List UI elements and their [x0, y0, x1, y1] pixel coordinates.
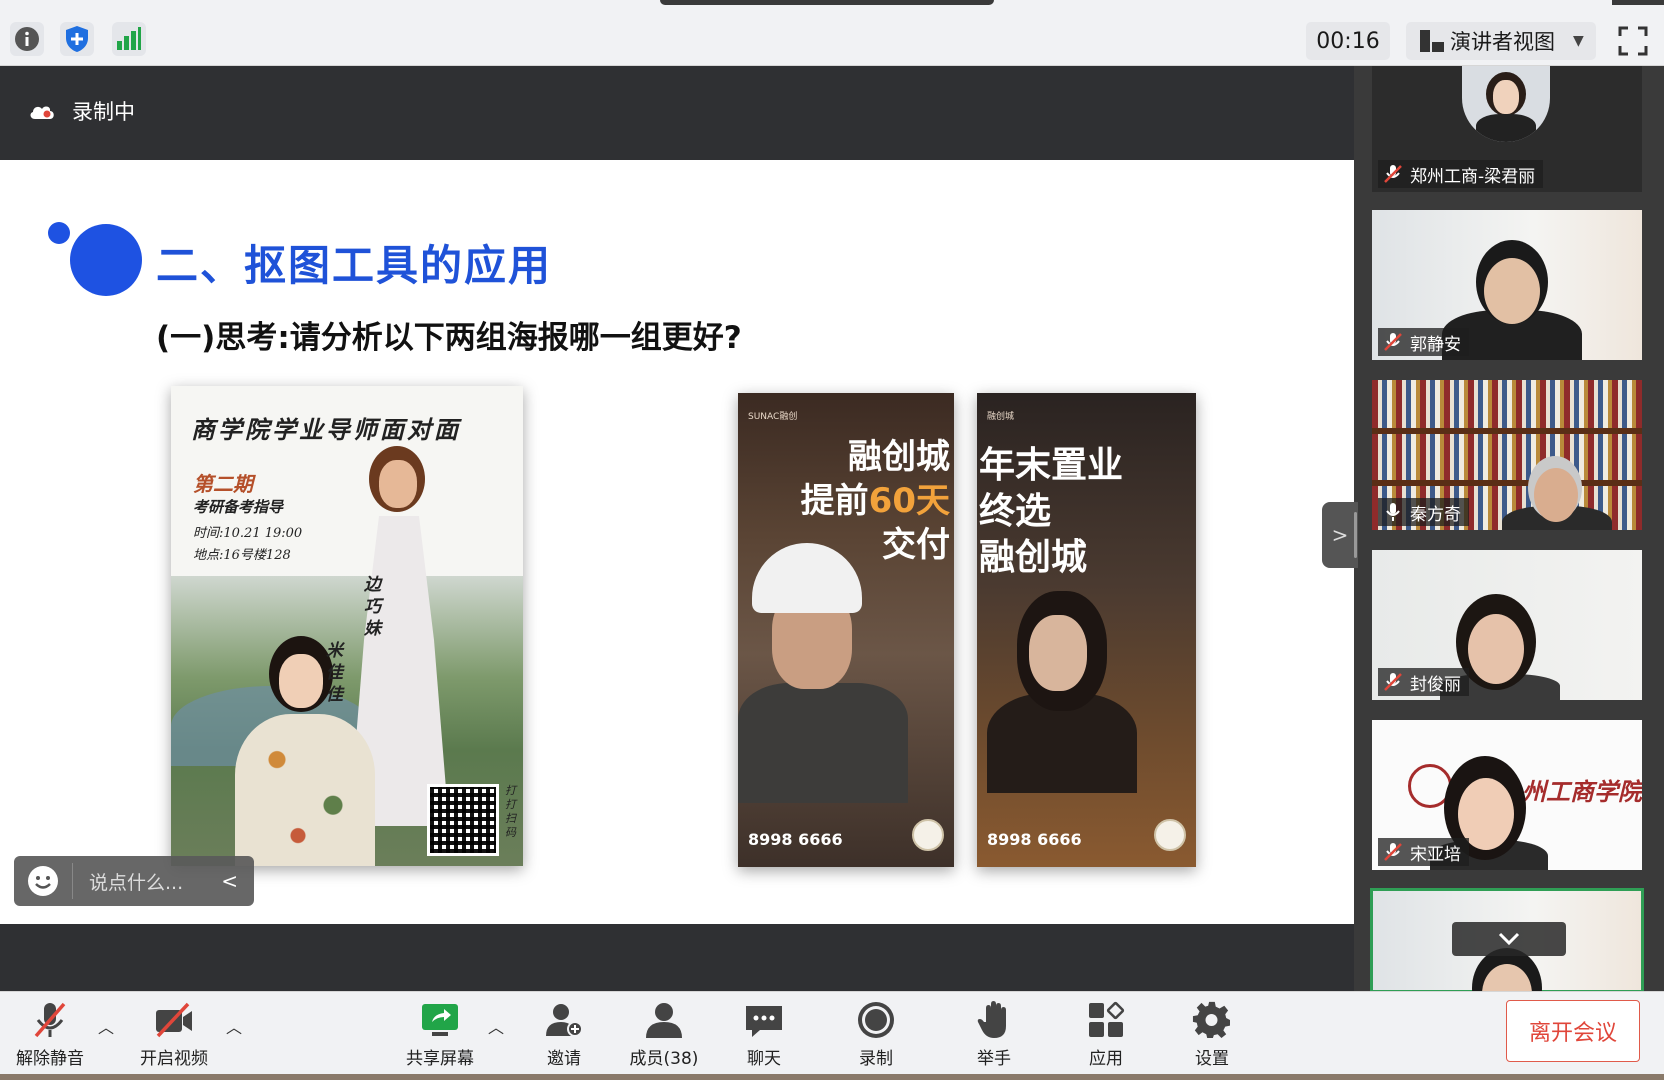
view-mode-label: 演讲者视图: [1450, 30, 1555, 54]
fullscreen-icon[interactable]: [1618, 26, 1648, 56]
start-video-button[interactable]: 开启视频: [124, 1000, 224, 1076]
participant-name-tag: 郑州工商-梁君丽: [1378, 160, 1544, 188]
emoji-icon[interactable]: [28, 866, 58, 896]
decorative-dot-large: [70, 224, 142, 296]
poster-name-1: 边巧妹: [364, 575, 381, 639]
leave-meeting-button[interactable]: 离开会议: [1506, 1000, 1640, 1062]
shared-content-area: 录制中 二、抠图工具的应用 (一)思考:请分析以下两组海报哪一组更好? 商学院学…: [0, 66, 1354, 991]
poster-student-advisor: 商学院学业导师面对面 第二期 考研备考指导 时间:10.21 19:00 地点:…: [171, 386, 523, 866]
layout-icon: [1420, 30, 1444, 52]
poster-name-2: 米佳佳: [326, 641, 343, 705]
share-screen-icon: [422, 1004, 458, 1036]
slide-title: 二、抠图工具的应用: [156, 241, 553, 290]
settings-button[interactable]: 设置: [1162, 1000, 1262, 1076]
poster-photo-woman-floral: [215, 636, 395, 866]
gear-icon: [1192, 1001, 1230, 1038]
cloud-record-icon: [30, 106, 54, 119]
window-notch-right: [1612, 0, 1664, 5]
poster-subtitle: 考研备考指导: [193, 498, 284, 516]
chevron-down-icon: [1498, 932, 1520, 946]
participant-name-tag: 秦方奇: [1378, 498, 1469, 526]
chat-button[interactable]: 聊天: [714, 1000, 814, 1076]
poster-brand: 融创城: [987, 412, 1015, 422]
chevron-right-icon: >: [1331, 523, 1349, 547]
chat-quick-input[interactable]: 说点什么... <: [14, 856, 254, 906]
decorative-dot-small: [48, 222, 70, 244]
share-options-chevron-icon[interactable]: ︿: [488, 1014, 504, 1038]
poster-phone: 8998 6666: [748, 830, 843, 849]
chevron-down-icon: ▼: [1573, 33, 1584, 49]
meeting-toolbar: 解除静音 ︿ 开启视频 ︿ 共享屏幕 ︿ 邀请 成员(38) 聊天 录制 举手 …: [0, 991, 1664, 1080]
qr-code: [427, 784, 499, 856]
apps-button[interactable]: 应用: [1056, 1000, 1156, 1076]
mic-muted-icon: [1384, 165, 1402, 183]
mic-muted-icon: [1384, 333, 1402, 351]
slide-subtitle: (一)思考:请分析以下两组海报哪一组更好?: [156, 320, 742, 356]
members-icon: [646, 1003, 682, 1038]
mic-muted-icon: [34, 1002, 66, 1038]
chevron-left-icon[interactable]: <: [221, 869, 238, 893]
signal-icon[interactable]: [112, 22, 146, 56]
qr-caption: 打打扫码: [505, 784, 516, 839]
window-notch: [660, 0, 994, 5]
background-school-name: 州工商学院: [1522, 777, 1642, 806]
participant-name-tag: 宋亚培: [1378, 838, 1469, 866]
poster-sunac-yearend: 融创城 年末置业 终选 融创城 8998 6666: [977, 393, 1196, 867]
stage-bottom-margin: [0, 924, 1354, 991]
participant-tile[interactable]: 封俊丽: [1372, 550, 1642, 700]
participant-tile[interactable]: 郑州工商-梁君丽: [1372, 66, 1642, 192]
top-bar: 00:16 演讲者视图 ▼: [0, 0, 1664, 66]
shield-icon[interactable]: [60, 22, 94, 56]
participant-gallery[interactable]: 郑州工商-梁君丽 郭静安 秦方奇 封俊丽 州工商学院 宋亚培: [1354, 66, 1664, 993]
avatar: [1462, 66, 1550, 142]
scroll-down-button[interactable]: [1452, 922, 1566, 956]
meeting-timer: 00:16: [1306, 22, 1390, 60]
poster-issue: 第二期: [193, 472, 253, 496]
apps-icon: [1089, 1001, 1125, 1037]
participant-tile[interactable]: 州工商学院 宋亚培: [1372, 720, 1642, 870]
video-off-icon: [156, 1002, 192, 1038]
poster-photo-worker: [738, 683, 908, 803]
mic-icon: [1386, 503, 1400, 521]
presentation-slide: 二、抠图工具的应用 (一)思考:请分析以下两组海报哪一组更好? 商学院学业导师面…: [0, 160, 1354, 924]
unmute-button[interactable]: 解除静音: [0, 1000, 100, 1076]
invite-button[interactable]: 邀请: [514, 1000, 614, 1076]
poster-brand: SUNAC融创: [748, 412, 798, 422]
recording-bar: 录制中: [0, 66, 1354, 160]
participant-tile[interactable]: 郭静安: [1372, 210, 1642, 360]
video-options-chevron-icon[interactable]: ︿: [226, 1014, 242, 1038]
poster-time: 时间:10.21 19:00: [193, 526, 303, 541]
poster-title: 商学院学业导师面对面: [191, 415, 461, 444]
meeting-window: 00:16 演讲者视图 ▼ 录制中 二、抠图工具的应用 (一)思考:请分析以下两…: [0, 0, 1664, 1080]
mic-muted-icon: [1384, 843, 1402, 861]
invite-icon: [546, 1004, 583, 1037]
chat-icon: [746, 1006, 782, 1037]
participant-tile-active[interactable]: [1370, 888, 1644, 993]
chat-input-placeholder[interactable]: 说点什么...: [89, 868, 221, 895]
participant-name-tag: 封俊丽: [1378, 668, 1469, 696]
audio-options-chevron-icon[interactable]: ︿: [98, 1014, 114, 1038]
share-screen-button[interactable]: 共享屏幕: [390, 1000, 490, 1076]
view-mode-dropdown[interactable]: 演讲者视图 ▼: [1406, 22, 1596, 60]
collapse-gallery-button[interactable]: >: [1322, 502, 1358, 568]
raise-hand-button[interactable]: 举手: [944, 1000, 1044, 1076]
raise-hand-icon: [977, 1001, 1006, 1038]
info-icon[interactable]: [10, 22, 44, 56]
poster-seal-icon: [1154, 819, 1186, 851]
participant-tile[interactable]: 秦方奇: [1372, 380, 1642, 530]
record-button[interactable]: 录制: [826, 1000, 926, 1076]
poster-phone: 8998 6666: [987, 830, 1082, 849]
poster-seal-icon: [912, 819, 944, 851]
recording-status: 录制中: [72, 100, 135, 124]
participant-name-tag: 郭静安: [1378, 328, 1469, 356]
taskbar-strip: [0, 1074, 1664, 1080]
mic-muted-icon: [1384, 673, 1402, 691]
members-button[interactable]: 成员(38): [614, 1000, 714, 1076]
poster-sunac-delivery: SUNAC融创 融创城 提前60天 交付 8998 6666: [738, 393, 954, 867]
gallery-resize-handle[interactable]: [1354, 512, 1357, 558]
record-icon: [858, 1002, 894, 1038]
divider: [72, 863, 73, 899]
poster-headline: 年末置业 终选 融创城: [979, 445, 1124, 578]
poster-place: 地点:16号楼128: [193, 548, 291, 563]
